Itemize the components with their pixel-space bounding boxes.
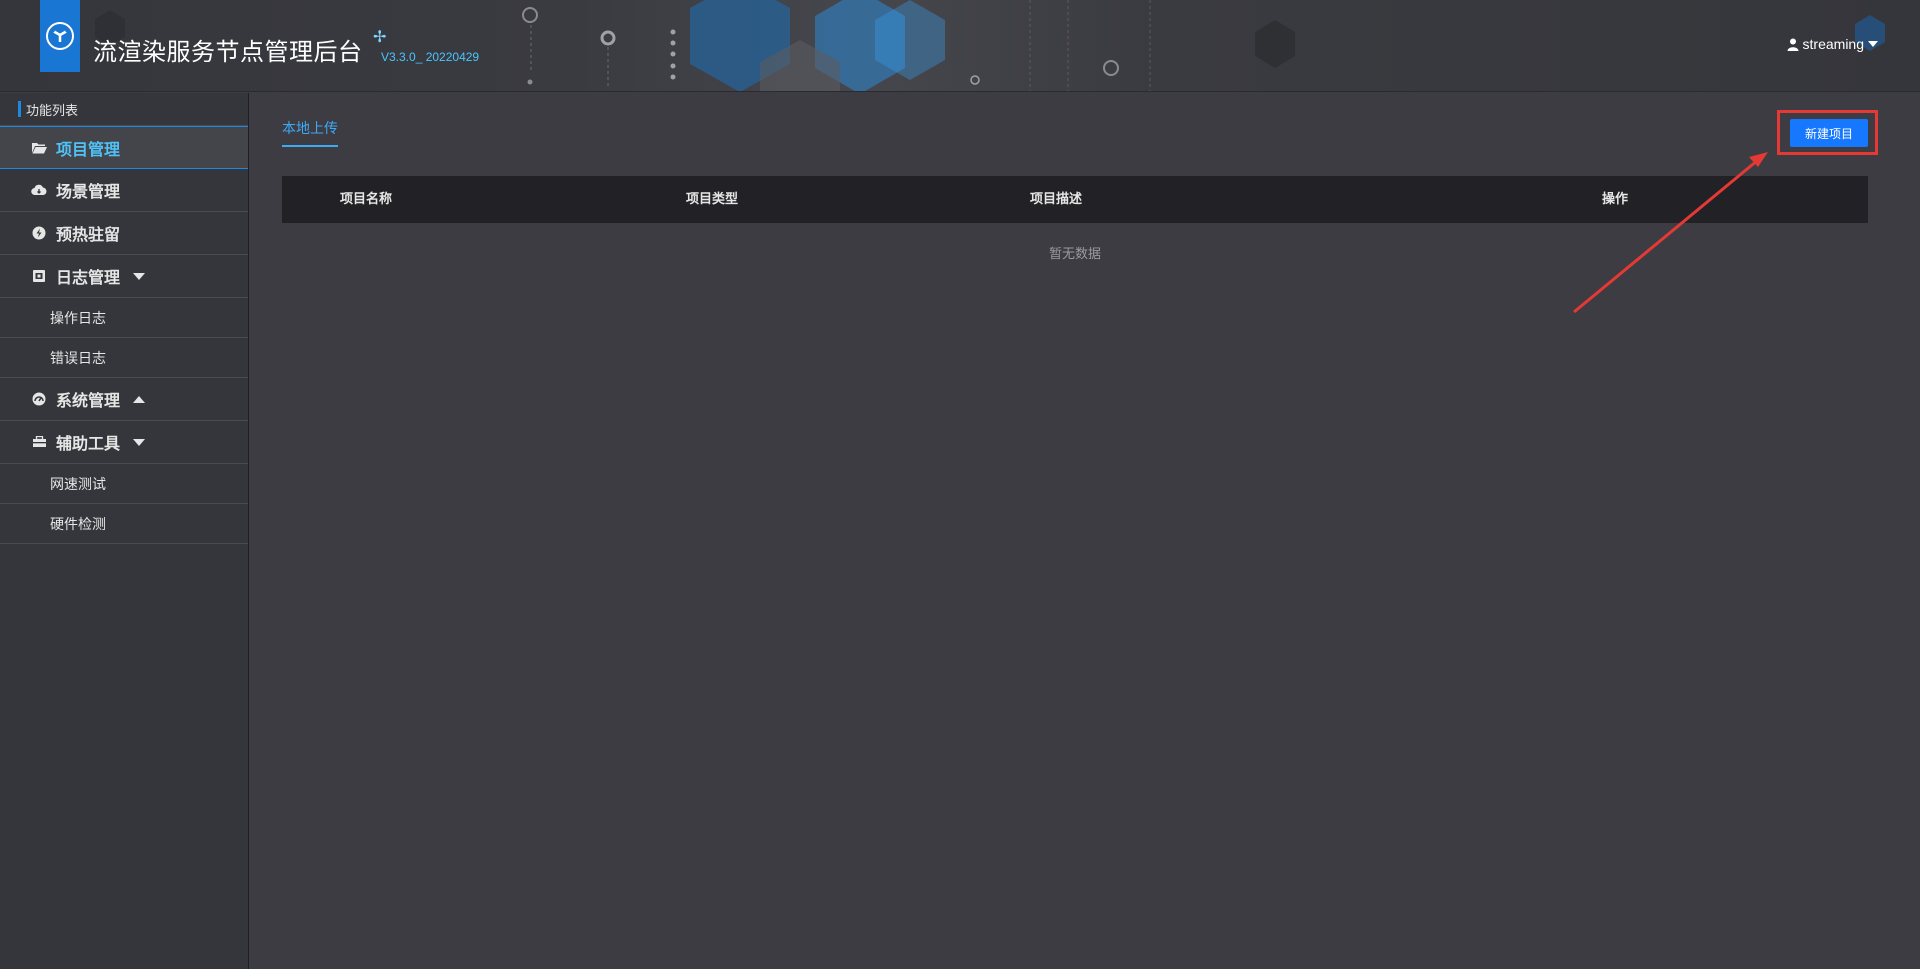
sidebar-subitem-hardware-check[interactable]: 硬件检测 [0, 504, 248, 544]
cube-logo-icon [40, 0, 80, 72]
cloud-icon [30, 184, 48, 196]
sidebar-subitem-label: 错误日志 [50, 350, 106, 367]
sidebar-subitem-speed-test[interactable]: 网速测试 [0, 464, 248, 504]
sidebar-item-preheat[interactable]: 预热驻留 [0, 212, 248, 255]
sidebar-item-label: 项目管理 [56, 139, 121, 159]
bolt-icon [30, 226, 48, 240]
sidebar-item-label: 场景管理 [56, 182, 121, 201]
sidebar-item-label: 辅助工具 [56, 434, 121, 453]
sidebar-subitem-label: 网速测试 [50, 476, 106, 493]
column-header-type: 项目类型 [686, 192, 739, 207]
user-menu[interactable]: streaming [1787, 36, 1878, 52]
sidebar-subitem-label: 硬件检测 [50, 516, 106, 533]
sidebar-title: 功能列表 [26, 103, 79, 119]
active-tab-indicator [282, 145, 338, 147]
chevron-down-icon [1868, 41, 1878, 47]
table-header: 项目名称 项目类型 项目描述 操作 [282, 176, 1868, 223]
sidebar: 功能列表 项目管理 场景管理 预热驻留 日志管理 操作日志 错误日志 系统管理 … [0, 93, 249, 969]
toolbox-icon [30, 436, 48, 448]
sidebar-item-system[interactable]: 系统管理 [0, 378, 248, 421]
sparkle-icon: ✢ [373, 27, 387, 46]
sidebar-item-label: 预热驻留 [56, 225, 121, 244]
chevron-down-icon [133, 438, 146, 446]
gauge-icon [30, 392, 48, 406]
app-title: 流渲染服务节点管理后台 [93, 38, 363, 66]
new-project-button[interactable]: 新建项目 [1790, 119, 1868, 147]
column-header-description: 项目描述 [1030, 192, 1083, 207]
sidebar-header: 功能列表 [0, 93, 248, 126]
sidebar-header-marker [18, 101, 21, 117]
chevron-up-icon [133, 395, 146, 403]
version-label: V3.3.0_ 20220429 [381, 50, 480, 64]
sidebar-item-tools[interactable]: 辅助工具 [0, 421, 248, 464]
tab-local-upload[interactable]: 本地上传 [282, 118, 338, 138]
sidebar-item-label: 系统管理 [56, 391, 121, 410]
column-header-actions: 操作 [1602, 192, 1629, 207]
user-icon [1787, 38, 1799, 51]
log-box-icon [30, 269, 48, 283]
top-header: 流渲染服务节点管理后台 ✢ V3.3.0_ 20220429 streaming [0, 0, 1920, 92]
folder-open-icon [30, 142, 48, 154]
empty-table-message: 暂无数据 [1048, 247, 1101, 262]
sidebar-item-logs[interactable]: 日志管理 [0, 255, 248, 298]
username: streaming [1802, 36, 1864, 52]
sidebar-subitem-operation-log[interactable]: 操作日志 [0, 298, 248, 338]
column-header-name: 项目名称 [340, 192, 393, 207]
chevron-down-icon [133, 272, 146, 280]
sidebar-subitem-label: 操作日志 [50, 310, 106, 327]
sidebar-subitem-error-log[interactable]: 错误日志 [0, 338, 248, 378]
sidebar-item-project[interactable]: 项目管理 [0, 126, 248, 169]
sidebar-item-scene[interactable]: 场景管理 [0, 169, 248, 212]
sidebar-item-label: 日志管理 [56, 268, 121, 287]
